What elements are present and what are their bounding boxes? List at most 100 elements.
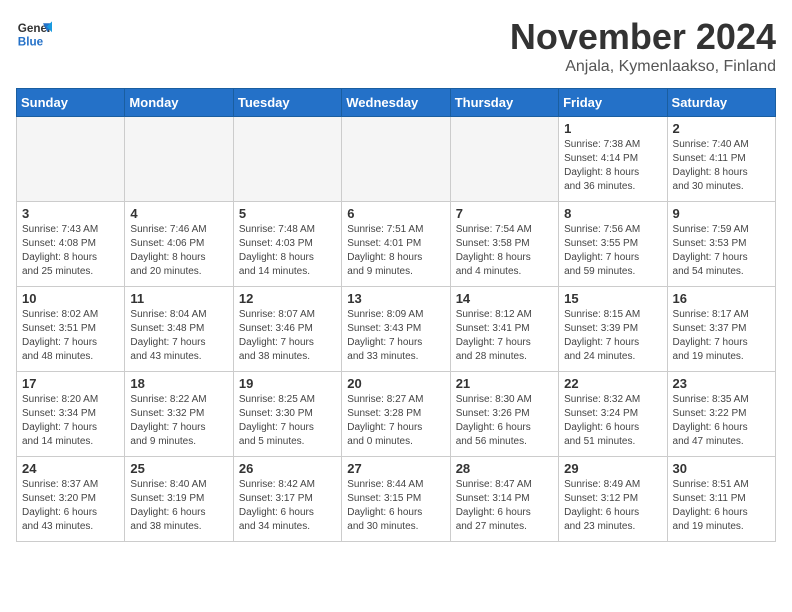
day-number: 17 [22,376,119,391]
calendar-cell [125,117,233,202]
calendar-cell: 28 Sunrise: 8:47 AM Sunset: 3:14 PM Dayli… [450,457,558,542]
day-number: 16 [673,291,770,306]
calendar-cell: 13 Sunrise: 8:09 AM Sunset: 3:43 PM Dayli… [342,287,450,372]
calendar-cell: 24 Sunrise: 8:37 AM Sunset: 3:20 PM Dayli… [17,457,125,542]
day-info: Sunrise: 7:56 AM Sunset: 3:55 PM Dayligh… [564,223,661,279]
day-number: 27 [347,461,444,476]
weekday-header-sunday: Sunday [17,89,125,117]
calendar-cell [450,117,558,202]
weekday-header-monday: Monday [125,89,233,117]
week-row-1: 1Sunrise: 7:38 AM Sunset: 4:14 PM Daylig… [17,117,776,202]
day-number: 25 [130,461,227,476]
day-number: 22 [564,376,661,391]
calendar-cell [233,117,341,202]
day-info: Sunrise: 8:02 AM Sunset: 3:51 PM Dayligh… [22,308,119,364]
day-number: 14 [456,291,553,306]
day-info: Sunrise: 8:07 AM Sunset: 3:46 PM Dayligh… [239,308,336,364]
calendar-cell: 26 Sunrise: 8:42 AM Sunset: 3:17 PM Dayli… [233,457,341,542]
calendar-cell: 15 Sunrise: 8:15 AM Sunset: 3:39 PM Dayli… [559,287,667,372]
day-number: 2 [673,121,770,136]
calendar-cell: 25 Sunrise: 8:40 AM Sunset: 3:19 PM Dayli… [125,457,233,542]
calendar-cell: 3 Sunrise: 7:43 AM Sunset: 4:08 PM Daylig… [17,202,125,287]
location-title: Anjala, Kymenlaakso, Finland [510,58,776,76]
calendar-cell: 11Sunrise: 8:04 AM Sunset: 3:48 PM Dayli… [125,287,233,372]
day-info: Sunrise: 8:32 AM Sunset: 3:24 PM Dayligh… [564,393,661,449]
calendar-cell: 10 Sunrise: 8:02 AM Sunset: 3:51 PM Dayli… [17,287,125,372]
day-number: 8 [564,206,661,221]
calendar-cell: 21Sunrise: 8:30 AM Sunset: 3:26 PM Dayli… [450,372,558,457]
calendar-cell: 7Sunrise: 7:54 AM Sunset: 3:58 PM Daylig… [450,202,558,287]
day-info: Sunrise: 8:15 AM Sunset: 3:39 PM Dayligh… [564,308,661,364]
day-info: Sunrise: 8:04 AM Sunset: 3:48 PM Dayligh… [130,308,227,364]
weekday-header-friday: Friday [559,89,667,117]
calendar-table: SundayMondayTuesdayWednesdayThursdayFrid… [16,88,776,542]
day-number: 10 [22,291,119,306]
weekday-header-tuesday: Tuesday [233,89,341,117]
day-info: Sunrise: 7:40 AM Sunset: 4:11 PM Dayligh… [673,138,770,194]
day-number: 20 [347,376,444,391]
calendar-body: 1Sunrise: 7:38 AM Sunset: 4:14 PM Daylig… [17,117,776,542]
calendar-cell: 20 Sunrise: 8:27 AM Sunset: 3:28 PM Dayli… [342,372,450,457]
calendar-cell: 29Sunrise: 8:49 AM Sunset: 3:12 PM Dayli… [559,457,667,542]
day-number: 9 [673,206,770,221]
header: General Blue November 2024 Anjala, Kymen… [16,16,776,76]
day-info: Sunrise: 8:25 AM Sunset: 3:30 PM Dayligh… [239,393,336,449]
day-info: Sunrise: 7:54 AM Sunset: 3:58 PM Dayligh… [456,223,553,279]
day-number: 12 [239,291,336,306]
calendar-cell: 16 Sunrise: 8:17 AM Sunset: 3:37 PM Dayli… [667,287,775,372]
day-info: Sunrise: 8:42 AM Sunset: 3:17 PM Dayligh… [239,478,336,534]
weekday-header-row: SundayMondayTuesdayWednesdayThursdayFrid… [17,89,776,117]
title-area: November 2024 Anjala, Kymenlaakso, Finla… [510,16,776,76]
day-info: Sunrise: 7:48 AM Sunset: 4:03 PM Dayligh… [239,223,336,279]
calendar-cell: 14Sunrise: 8:12 AM Sunset: 3:41 PM Dayli… [450,287,558,372]
day-info: Sunrise: 8:09 AM Sunset: 3:43 PM Dayligh… [347,308,444,364]
calendar-cell: 30 Sunrise: 8:51 AM Sunset: 3:11 PM Dayli… [667,457,775,542]
day-number: 19 [239,376,336,391]
calendar-cell: 2 Sunrise: 7:40 AM Sunset: 4:11 PM Daylig… [667,117,775,202]
calendar-cell: 4Sunrise: 7:46 AM Sunset: 4:06 PM Daylig… [125,202,233,287]
calendar-cell: 6 Sunrise: 7:51 AM Sunset: 4:01 PM Daylig… [342,202,450,287]
day-info: Sunrise: 7:38 AM Sunset: 4:14 PM Dayligh… [564,138,661,194]
calendar-cell: 23Sunrise: 8:35 AM Sunset: 3:22 PM Dayli… [667,372,775,457]
day-info: Sunrise: 8:17 AM Sunset: 3:37 PM Dayligh… [673,308,770,364]
day-info: Sunrise: 7:59 AM Sunset: 3:53 PM Dayligh… [673,223,770,279]
day-number: 21 [456,376,553,391]
week-row-2: 3 Sunrise: 7:43 AM Sunset: 4:08 PM Daylig… [17,202,776,287]
day-info: Sunrise: 8:35 AM Sunset: 3:22 PM Dayligh… [673,393,770,449]
calendar-cell: 1Sunrise: 7:38 AM Sunset: 4:14 PM Daylig… [559,117,667,202]
calendar-cell: 18 Sunrise: 8:22 AM Sunset: 3:32 PM Dayli… [125,372,233,457]
weekday-header-thursday: Thursday [450,89,558,117]
svg-text:Blue: Blue [18,36,44,49]
weekday-header-saturday: Saturday [667,89,775,117]
day-info: Sunrise: 7:51 AM Sunset: 4:01 PM Dayligh… [347,223,444,279]
weekday-header-wednesday: Wednesday [342,89,450,117]
day-number: 18 [130,376,227,391]
day-info: Sunrise: 8:44 AM Sunset: 3:15 PM Dayligh… [347,478,444,534]
calendar-cell [17,117,125,202]
day-number: 13 [347,291,444,306]
calendar-cell: 27 Sunrise: 8:44 AM Sunset: 3:15 PM Dayli… [342,457,450,542]
day-info: Sunrise: 8:27 AM Sunset: 3:28 PM Dayligh… [347,393,444,449]
day-info: Sunrise: 8:37 AM Sunset: 3:20 PM Dayligh… [22,478,119,534]
day-info: Sunrise: 8:51 AM Sunset: 3:11 PM Dayligh… [673,478,770,534]
day-info: Sunrise: 8:40 AM Sunset: 3:19 PM Dayligh… [130,478,227,534]
calendar-cell: 9 Sunrise: 7:59 AM Sunset: 3:53 PM Daylig… [667,202,775,287]
day-number: 6 [347,206,444,221]
day-number: 15 [564,291,661,306]
day-number: 24 [22,461,119,476]
day-number: 3 [22,206,119,221]
day-number: 5 [239,206,336,221]
day-info: Sunrise: 8:47 AM Sunset: 3:14 PM Dayligh… [456,478,553,534]
month-title: November 2024 [510,16,776,58]
week-row-5: 24 Sunrise: 8:37 AM Sunset: 3:20 PM Dayli… [17,457,776,542]
day-info: Sunrise: 8:22 AM Sunset: 3:32 PM Dayligh… [130,393,227,449]
calendar-cell: 17 Sunrise: 8:20 AM Sunset: 3:34 PM Dayli… [17,372,125,457]
calendar-cell [342,117,450,202]
day-number: 28 [456,461,553,476]
day-number: 26 [239,461,336,476]
day-info: Sunrise: 8:20 AM Sunset: 3:34 PM Dayligh… [22,393,119,449]
logo: General Blue [16,16,52,52]
day-info: Sunrise: 7:46 AM Sunset: 4:06 PM Dayligh… [130,223,227,279]
day-info: Sunrise: 7:43 AM Sunset: 4:08 PM Dayligh… [22,223,119,279]
day-number: 30 [673,461,770,476]
